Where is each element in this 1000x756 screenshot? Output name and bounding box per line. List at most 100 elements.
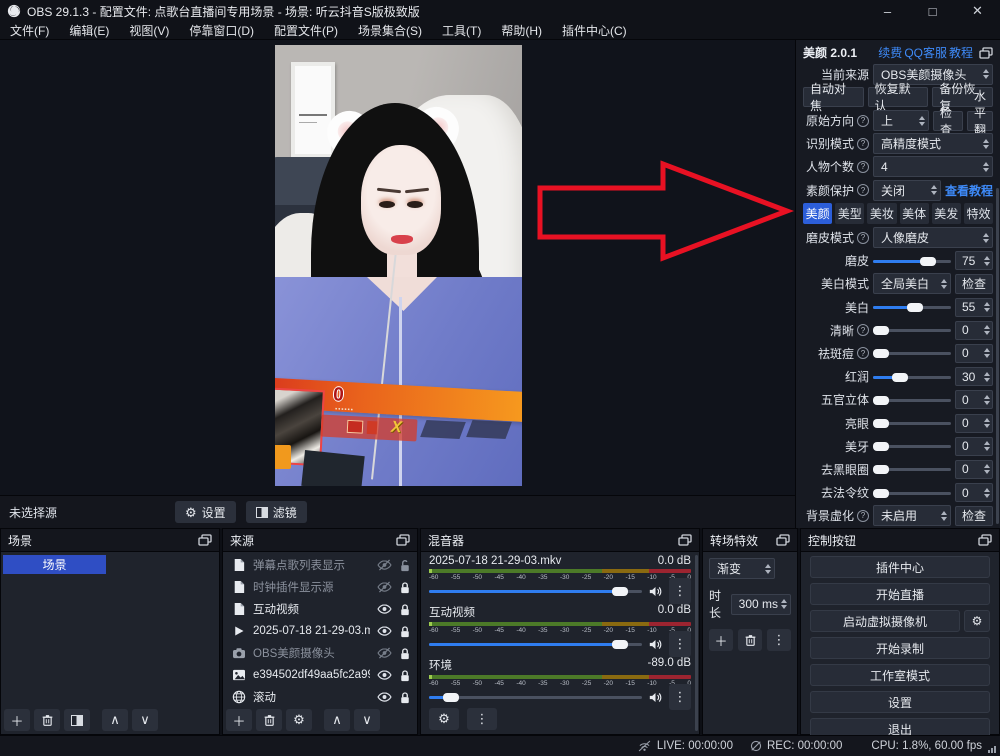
source-row[interactable]: 2025-07-18 21-29-03.mkv [223,620,417,642]
lock-icon[interactable] [399,691,411,704]
beauty-link[interactable]: 续费 [878,46,902,60]
control-button-设置[interactable]: 设置 [810,691,990,713]
tab-特效[interactable]: 特效 [964,203,993,224]
advanced-audio-button[interactable]: ⚙ [429,708,459,730]
menu-item[interactable]: 停靠窗口(D) [179,22,264,40]
eye-icon[interactable] [377,669,392,681]
button-水平翻转[interactable]: 水平翻转 [967,111,993,131]
source-row[interactable]: OBS美颜摄像头 [223,642,417,664]
source-row[interactable]: 时钟插件显示源 [223,576,417,598]
tab-美型[interactable]: 美型 [835,203,864,224]
tab-美妆[interactable]: 美妆 [867,203,896,224]
lock-icon[interactable] [399,603,411,616]
speaker-icon[interactable] [648,691,663,704]
volume-slider[interactable] [429,638,642,650]
button-检查[interactable]: 检查 [955,274,993,294]
tab-美颜[interactable]: 美颜 [803,203,832,224]
help-icon[interactable]: ? [857,510,869,522]
help-icon[interactable]: ? [857,115,869,127]
lock-icon[interactable] [399,581,411,594]
help-icon[interactable]: ? [857,184,869,196]
add-transition-button[interactable]: ＋ [709,629,733,651]
eye-icon[interactable] [377,625,392,637]
value-spinner-红润[interactable]: 30 [955,367,993,386]
dropdown-背景虚化[interactable]: 未启用 [873,505,951,526]
slider-美牙[interactable] [873,440,951,452]
beauty-link[interactable]: 教程 [949,46,973,60]
beauty-link[interactable]: QQ客服 [904,46,947,60]
menu-item[interactable]: 文件(F) [0,22,59,40]
unlock-icon[interactable] [399,559,411,572]
slider-去法令纹[interactable] [873,487,951,499]
beauty-scrollbar[interactable] [996,188,999,524]
help-icon[interactable]: ? [857,324,869,336]
scene-filters-button[interactable] [64,709,90,731]
remove-source-button[interactable] [256,709,282,731]
popout-icon[interactable] [776,534,790,546]
tab-美体[interactable]: 美体 [900,203,929,224]
menu-item[interactable]: 编辑(E) [59,22,119,40]
lock-icon[interactable] [399,625,411,638]
menu-item[interactable]: 配置文件(P) [264,22,348,40]
control-button-启动虚拟摄像机[interactable]: 启动虚拟摄像机 [810,610,960,632]
control-button-工作室模式[interactable]: 工作室模式 [810,664,990,686]
duration-spinner[interactable]: 300 ms [731,594,791,615]
settings-button[interactable]: ⚙ 设置 [175,501,236,523]
slider-红润[interactable] [873,371,951,383]
dropdown-识别模式[interactable]: 高精度模式 [873,133,993,154]
button-检查[interactable]: 检查 [933,111,963,131]
menu-item[interactable]: 视图(V) [119,22,179,40]
menu-item[interactable]: 工具(T) [432,22,491,40]
menu-item[interactable]: 帮助(H) [491,22,552,40]
control-button-开始录制[interactable]: 开始录制 [810,637,990,659]
minimize-button[interactable]: – [865,0,910,22]
popout-icon[interactable] [396,534,410,546]
remove-scene-button[interactable] [34,709,60,731]
slider-清晰[interactable] [873,324,951,336]
beauty-button[interactable]: 恢复默认 [868,87,929,107]
eye-off-icon[interactable] [377,559,392,571]
transition-select[interactable]: 渐变 [709,558,775,579]
help-icon[interactable]: ? [857,161,869,173]
dropdown-美白模式[interactable]: 全局美白 [873,273,951,294]
value-spinner-去法令纹[interactable]: 0 [955,483,993,502]
source-row[interactable]: e394502df49aa5fc2a99cd2e7c [223,664,417,686]
lock-icon[interactable] [399,669,411,682]
add-scene-button[interactable]: ＋ [4,709,30,731]
add-source-button[interactable]: ＋ [226,709,252,731]
move-source-down-button[interactable]: ∨ [354,709,380,731]
eye-off-icon[interactable] [377,581,392,593]
value-spinner-去黑眼圈[interactable]: 0 [955,460,993,479]
channel-menu-button[interactable]: ⋮ [669,578,691,604]
channel-menu-button[interactable]: ⋮ [669,684,691,710]
eye-icon[interactable] [377,691,392,703]
control-button-插件中心[interactable]: 插件中心 [810,556,990,578]
slider-祛斑痘[interactable] [873,347,951,359]
move-source-up-button[interactable]: ∧ [324,709,350,731]
slider-五官立体[interactable] [873,394,951,406]
speaker-icon[interactable] [648,638,663,651]
slider-磨皮[interactable] [873,255,951,267]
slider-美白[interactable] [873,301,951,313]
help-icon[interactable]: ? [857,347,869,359]
dropdown-素颜保护[interactable]: 关闭 [873,180,941,201]
link-查看教程[interactable]: 查看教程 [945,182,993,199]
preview-canvas[interactable]: 0 ▪▪▪▪▪▪ X [0,40,795,495]
move-scene-up-button[interactable]: ∧ [102,709,128,731]
help-icon[interactable]: ? [857,232,869,244]
popout-icon[interactable] [198,534,212,546]
value-spinner-清晰[interactable]: 0 [955,321,993,340]
volume-slider[interactable] [429,585,642,597]
maximize-button[interactable]: □ [910,0,955,22]
dropdown-磨皮模式[interactable]: 人像磨皮 [873,227,993,248]
menu-item[interactable]: 插件中心(C) [552,22,637,40]
move-scene-down-button[interactable]: ∨ [132,709,158,731]
value-spinner-五官立体[interactable]: 0 [955,390,993,409]
mixer-scrollbar[interactable] [695,555,698,731]
remove-transition-button[interactable] [738,629,762,651]
channel-menu-button[interactable]: ⋮ [669,631,691,657]
source-row[interactable]: 互动视频 [223,598,417,620]
filters-button[interactable]: 滤镜 [246,501,307,523]
slider-去黑眼圈[interactable] [873,463,951,475]
virtual-camera-settings-button[interactable]: ⚙ [964,610,990,632]
